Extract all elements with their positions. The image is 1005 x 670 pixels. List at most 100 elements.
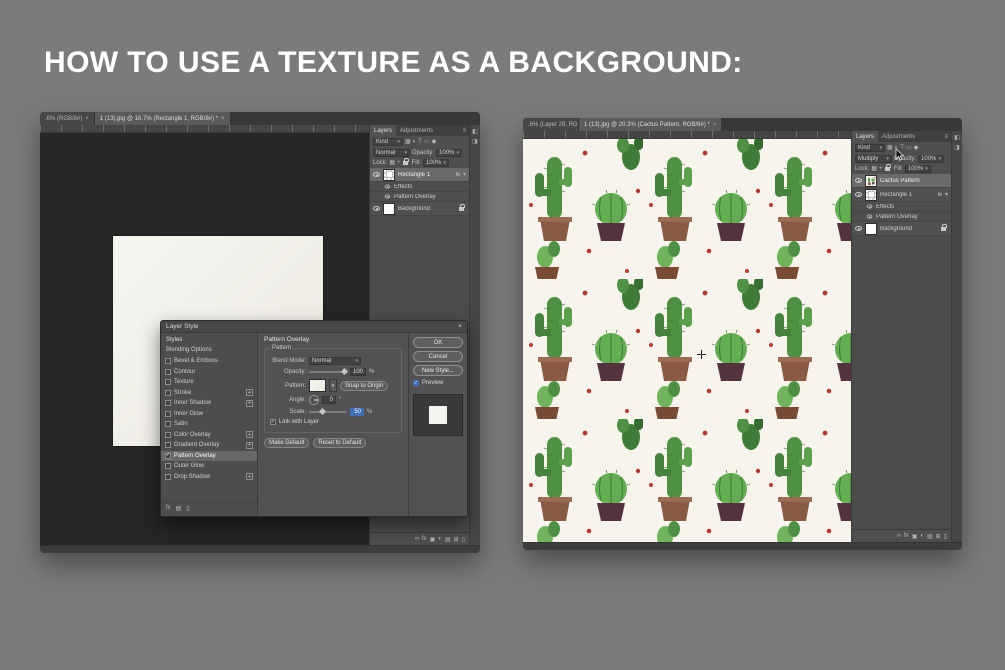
tab-adjustments[interactable]: Adjustments: [396, 125, 437, 136]
new-layer-icon[interactable]: ⊞: [454, 536, 459, 543]
angle-dial[interactable]: [309, 395, 319, 405]
make-default-button[interactable]: Make Default: [264, 438, 310, 448]
tab-layers[interactable]: Layers: [370, 125, 397, 136]
layer-row-background[interactable]: Background: [370, 202, 469, 216]
panel-menu-icon[interactable]: ≡: [459, 125, 469, 136]
adjustment-layer-icon[interactable]: ◐: [920, 533, 924, 539]
style-item-inner-glow[interactable]: Inner Glow: [161, 409, 257, 420]
filter-shape-icon[interactable]: ▭: [906, 145, 912, 151]
trash-icon[interactable]: ▯: [944, 533, 947, 540]
filter-smart-icon[interactable]: ◆: [432, 139, 437, 145]
fx-badge[interactable]: fx: [456, 172, 460, 178]
opacity-dropdown[interactable]: 100% ▾: [918, 154, 945, 163]
blend-mode-dropdown[interactable]: Normal ▾: [373, 148, 410, 157]
filter-smart-icon[interactable]: ◆: [914, 145, 919, 151]
document-tab-active[interactable]: 1 (13).jpg @ 16.7% (Rectangle 1, RGB/8#)…: [94, 112, 230, 125]
link-layers-icon[interactable]: ∞: [897, 533, 901, 539]
layer-thumbnail[interactable]: [865, 222, 877, 235]
layer-thumbnail[interactable]: [865, 188, 877, 201]
close-tab-icon[interactable]: ×: [713, 122, 717, 128]
document-tab-partial[interactable]: .6% (RGB/8#) ×: [40, 112, 95, 125]
layer-style-icon[interactable]: fx: [422, 536, 427, 542]
scale-slider[interactable]: [309, 407, 347, 416]
add-instance-icon[interactable]: +: [246, 389, 253, 397]
layer-style-icon[interactable]: fx: [904, 533, 909, 539]
canvas-after[interactable]: [523, 139, 851, 542]
filter-kind-dropdown[interactable]: Kind ▾: [855, 143, 885, 152]
layer-mask-icon[interactable]: ▣: [912, 533, 918, 540]
slider-handle[interactable]: [340, 367, 349, 376]
layer-row-pattern-overlay[interactable]: Pattern Overlay: [852, 212, 951, 222]
opacity-slider[interactable]: [309, 367, 349, 376]
close-tab-icon[interactable]: ×: [85, 116, 89, 122]
checkbox[interactable]: [165, 442, 171, 449]
fill-dropdown[interactable]: 100% ▾: [904, 165, 931, 173]
eye-icon[interactable]: [384, 184, 391, 189]
collapsed-panel-icon[interactable]: ◨: [472, 138, 478, 145]
filter-kind-dropdown[interactable]: Kind ▾: [373, 137, 403, 146]
fx-icon[interactable]: fx: [166, 505, 171, 512]
fill-dropdown[interactable]: 100% ▾: [422, 159, 449, 167]
checkbox[interactable]: [165, 389, 171, 396]
new-layer-icon[interactable]: ⊞: [936, 533, 941, 540]
checkbox[interactable]: [165, 473, 171, 480]
style-item-contour[interactable]: Contour: [161, 367, 257, 378]
collapsed-panel-icon[interactable]: ◧: [954, 134, 960, 141]
eye-icon[interactable]: [866, 214, 873, 219]
blend-mode-dropdown[interactable]: Normal ▾: [309, 357, 361, 365]
style-item-drop-shadow[interactable]: Drop Shadow +: [161, 472, 257, 483]
style-item-stroke[interactable]: Stroke +: [161, 388, 257, 399]
tab-layers[interactable]: Layers: [852, 131, 879, 142]
opacity-value[interactable]: 100: [350, 368, 367, 376]
checkbox[interactable]: [165, 400, 171, 407]
panel-menu-icon[interactable]: ≡: [941, 131, 951, 142]
layer-row-effects[interactable]: Effects: [852, 202, 951, 212]
lock-transparent-icon[interactable]: ▦: [871, 166, 877, 172]
group-icon[interactable]: ▤: [176, 505, 182, 512]
style-item-color-overlay[interactable]: Color Overlay +: [161, 430, 257, 441]
reset-to-default-button[interactable]: Reset to Default: [313, 438, 367, 448]
filter-adjustment-icon[interactable]: ◐: [413, 139, 417, 145]
adjustment-layer-icon[interactable]: ◐: [438, 536, 442, 542]
checkbox[interactable]: [165, 368, 171, 375]
group-icon[interactable]: ▤: [445, 536, 451, 543]
scale-value-selected[interactable]: 50: [350, 408, 364, 416]
lock-position-icon[interactable]: +: [397, 160, 401, 166]
layer-mask-icon[interactable]: ▣: [430, 536, 436, 543]
dialog-title-bar[interactable]: Layer Style ×: [161, 321, 467, 333]
eye-icon[interactable]: [855, 192, 862, 197]
pattern-picker-arrow-icon[interactable]: ▾: [329, 379, 337, 392]
close-icon[interactable]: ×: [458, 323, 462, 330]
filter-pixel-icon[interactable]: ▦: [405, 139, 411, 145]
add-instance-icon[interactable]: +: [246, 473, 253, 481]
cancel-button[interactable]: Cancel: [413, 351, 463, 362]
slider-handle[interactable]: [318, 407, 326, 416]
eye-icon[interactable]: [855, 178, 862, 183]
blending-options-item[interactable]: Blending Options: [161, 345, 257, 356]
eye-icon[interactable]: [855, 226, 862, 231]
chevron-down-icon[interactable]: ▾: [463, 172, 466, 178]
filter-type-icon[interactable]: T: [418, 139, 422, 145]
lock-transparent-icon[interactable]: ▦: [389, 160, 395, 166]
lock-all-icon[interactable]: [402, 158, 409, 165]
style-item-satin[interactable]: Satin: [161, 419, 257, 430]
new-style-button[interactable]: New Style...: [413, 365, 463, 376]
style-item-bevel-emboss[interactable]: Bevel & Emboss: [161, 356, 257, 367]
checkbox[interactable]: [165, 463, 171, 470]
trash-icon[interactable]: ▯: [462, 536, 465, 543]
style-item-texture[interactable]: Texture: [161, 377, 257, 388]
trash-icon[interactable]: ▯: [186, 505, 189, 512]
snap-to-origin-button[interactable]: Snap to Origin: [340, 380, 389, 391]
eye-icon[interactable]: [384, 194, 391, 199]
layer-row-rectangle[interactable]: Rectangle 1 fx ▾: [370, 168, 469, 182]
add-instance-icon[interactable]: +: [246, 431, 253, 439]
checkbox[interactable]: [165, 358, 171, 365]
style-item-outer-glow[interactable]: Outer Glow: [161, 461, 257, 472]
layer-thumbnail[interactable]: [383, 202, 395, 215]
fx-badge[interactable]: fx: [938, 192, 942, 198]
layer-row-cactus-pattern[interactable]: Cactus Pattern: [852, 174, 951, 188]
collapsed-panel-icon[interactable]: ◨: [954, 144, 960, 151]
layer-row-effects[interactable]: Effects: [370, 182, 469, 192]
eye-icon[interactable]: [373, 172, 380, 177]
lock-position-icon[interactable]: +: [879, 166, 883, 172]
